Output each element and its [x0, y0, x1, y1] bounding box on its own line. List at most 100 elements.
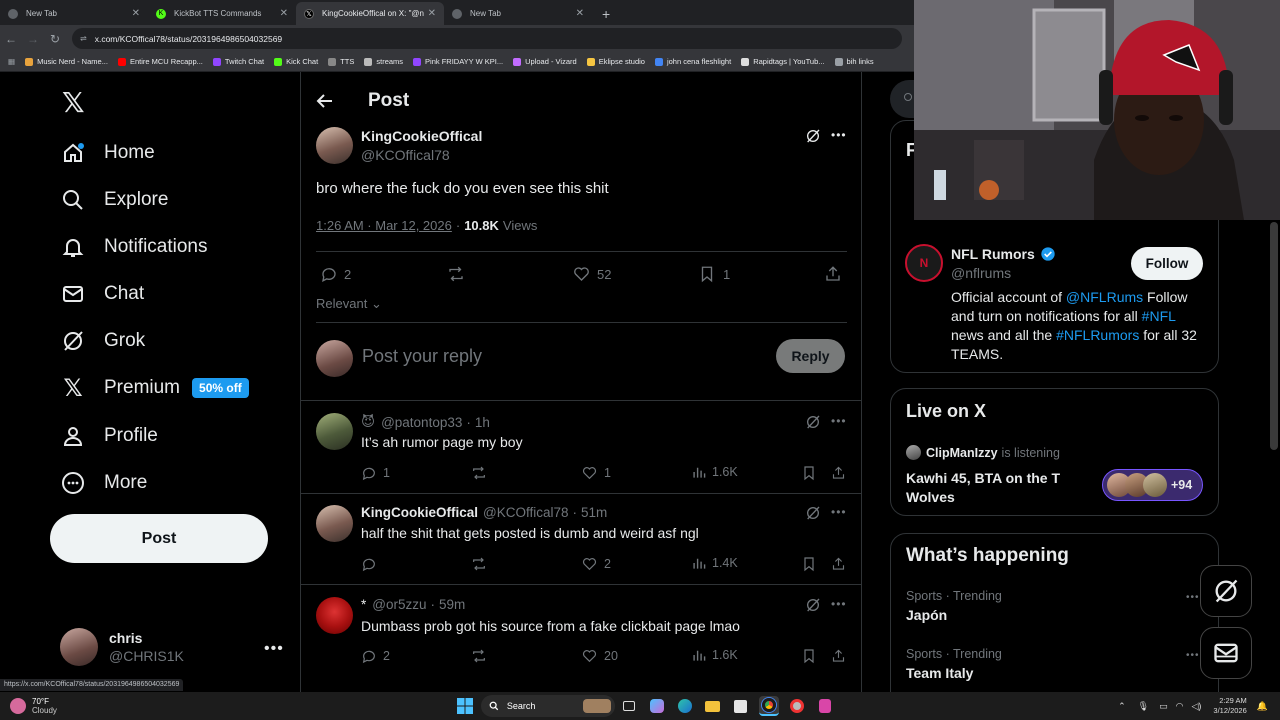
avatar[interactable]	[316, 597, 353, 634]
bookmark[interactable]: Rapidtags | YouTub...	[741, 57, 825, 66]
address-bar[interactable]: ⇌ x.com/KCOffical78/status/20319649865040…	[72, 28, 902, 49]
scrollbar[interactable]	[1270, 222, 1278, 450]
bookmark-icon[interactable]	[802, 465, 816, 481]
site-info-icon[interactable]: ⇌	[80, 34, 87, 43]
browser-tab[interactable]: New Tab ✕	[444, 2, 592, 25]
compose-post-button[interactable]: Post	[50, 514, 268, 563]
copilot-icon[interactable]	[647, 696, 667, 716]
repost-icon[interactable]	[470, 556, 488, 572]
app-icon[interactable]	[787, 696, 807, 716]
bookmark-icon[interactable]	[802, 556, 816, 572]
sidebar-item-premium[interactable]: 𝕏 Premium 50% off	[60, 373, 249, 403]
reply-time[interactable]: 51m	[581, 505, 607, 520]
sidebar-item-home[interactable]: Home	[60, 138, 155, 168]
reply-action[interactable]: 2	[320, 265, 351, 283]
chrome-icon[interactable]	[758, 696, 779, 716]
live-listeners[interactable]: +94	[1102, 469, 1203, 501]
share-icon[interactable]	[831, 648, 846, 664]
clock[interactable]: 2:29 AM 3/12/2026	[1213, 696, 1246, 716]
hashtag-link[interactable]: #NFL	[1142, 308, 1176, 324]
browser-tab[interactable]: New Tab ✕	[0, 2, 148, 25]
card-profile-name[interactable]: NFL Rumors	[951, 246, 1056, 262]
volume-icon[interactable]: ◁)	[1191, 701, 1201, 712]
live-space-title[interactable]: Kawhi 45, BTA on the T Wolves	[906, 469, 1096, 507]
close-tab-icon[interactable]: ✕	[576, 8, 584, 19]
bookmark[interactable]: Eklipse studio	[586, 57, 645, 66]
search-input[interactable]	[890, 80, 914, 118]
more-options-icon[interactable]: •••	[831, 128, 847, 142]
reply-time[interactable]: 1h	[475, 415, 490, 430]
trend-more-icon[interactable]: •••	[1186, 650, 1200, 661]
forward-icon[interactable]: →	[22, 32, 44, 46]
taskbar-search[interactable]: Search	[480, 695, 615, 717]
grok-icon[interactable]	[805, 414, 821, 430]
account-switcher[interactable]: chris @CHRIS1K	[60, 628, 184, 666]
sidebar-item-profile[interactable]: Profile	[60, 421, 158, 451]
like-action[interactable]: 2	[581, 556, 611, 572]
browser-tab[interactable]: K KickBot TTS Commands ✕	[148, 2, 296, 25]
card-profile-handle[interactable]: @nflrums	[951, 265, 1011, 281]
reply-input[interactable]: Post your reply	[362, 346, 482, 367]
repost-icon[interactable]	[470, 465, 488, 481]
start-icon[interactable]	[455, 696, 475, 716]
share-icon[interactable]	[831, 556, 846, 572]
more-options-icon[interactable]: •••	[831, 597, 847, 611]
reply-action[interactable]: 1	[361, 465, 390, 481]
repost-icon[interactable]	[470, 648, 488, 664]
task-view-icon[interactable]	[619, 696, 639, 716]
reload-icon[interactable]: ↻	[44, 32, 66, 46]
trend-item[interactable]: Sports · Trending Team Italy	[906, 647, 1002, 681]
nfl-rumors-avatar[interactable]: N	[905, 244, 943, 282]
weather-widget[interactable]: 70°F Cloudy	[10, 697, 57, 715]
bookmark[interactable]: bih links	[834, 57, 874, 66]
avatar[interactable]	[316, 127, 353, 164]
avatar[interactable]	[316, 413, 353, 450]
live-host[interactable]: ClipManIzzy is listening	[906, 445, 1060, 460]
reply-action[interactable]	[361, 556, 383, 572]
bookmark[interactable]: Pink FRIDAYY W KPI...	[413, 57, 503, 66]
hashtag-link[interactable]: #NFLRumors	[1056, 327, 1139, 343]
reply-time[interactable]: 59m	[439, 597, 465, 612]
close-tab-icon[interactable]: ✕	[280, 8, 288, 19]
views-action[interactable]: 1.6K	[692, 465, 738, 479]
browser-tab-active[interactable]: 𝕏 KingCookieOffical on X: "@nfl ✕	[296, 2, 444, 25]
bookmark[interactable]: Twitch Chat	[212, 57, 264, 66]
follow-button[interactable]: Follow	[1131, 247, 1203, 280]
bookmark[interactable]: Kick Chat	[274, 57, 318, 66]
sidebar-item-more[interactable]: More	[60, 468, 147, 498]
reply-handle[interactable]: @or5zzu	[372, 597, 426, 612]
like-action[interactable]: 1	[581, 465, 611, 481]
sort-replies-dropdown[interactable]: Relevant ⌄	[316, 296, 382, 312]
grok-icon[interactable]	[805, 597, 821, 613]
trend-item[interactable]: Sports · Trending Japón	[906, 589, 1002, 623]
sidebar-item-notifications[interactable]: Notifications	[60, 232, 208, 262]
share-icon[interactable]	[824, 265, 842, 283]
grok-floating-button[interactable]	[1200, 565, 1252, 617]
wifi-icon[interactable]: ◠	[1176, 701, 1184, 712]
new-tab-button[interactable]: +	[592, 2, 620, 25]
repost-icon[interactable]	[446, 265, 466, 283]
sidebar-item-explore[interactable]: Explore	[60, 185, 168, 215]
reply-author-name[interactable]: *	[361, 597, 366, 612]
network-icon[interactable]: ▭	[1159, 701, 1168, 712]
bookmark[interactable]: Entire MCU Recapp...	[117, 57, 203, 66]
x-logo-icon[interactable]: 𝕏	[62, 86, 85, 119]
reply-handle[interactable]: @patontop33	[381, 415, 462, 430]
bookmark[interactable]: TTS	[328, 57, 354, 66]
bookmark[interactable]: streams	[364, 57, 403, 66]
bookmark[interactable]: Upload - Vizard	[513, 57, 577, 66]
reply-author-name[interactable]: KingCookieOffical	[361, 505, 478, 520]
post-timestamp[interactable]: 1:26 AM · Mar 12, 2026	[316, 218, 452, 233]
mic-icon[interactable]: 🎙	[1138, 701, 1149, 712]
app-icon[interactable]	[815, 696, 835, 716]
sidebar-item-chat[interactable]: Chat	[60, 279, 144, 309]
grok-icon[interactable]	[805, 505, 821, 521]
grok-icon[interactable]	[805, 128, 821, 144]
like-action[interactable]: 20	[581, 648, 618, 664]
file-explorer-icon[interactable]	[703, 696, 723, 716]
avatar[interactable]	[316, 505, 353, 542]
back-icon[interactable]: ←	[0, 32, 22, 46]
trend-more-icon[interactable]: •••	[1186, 592, 1200, 603]
more-options-icon[interactable]: •••	[831, 414, 847, 428]
close-tab-icon[interactable]: ✕	[428, 8, 436, 19]
